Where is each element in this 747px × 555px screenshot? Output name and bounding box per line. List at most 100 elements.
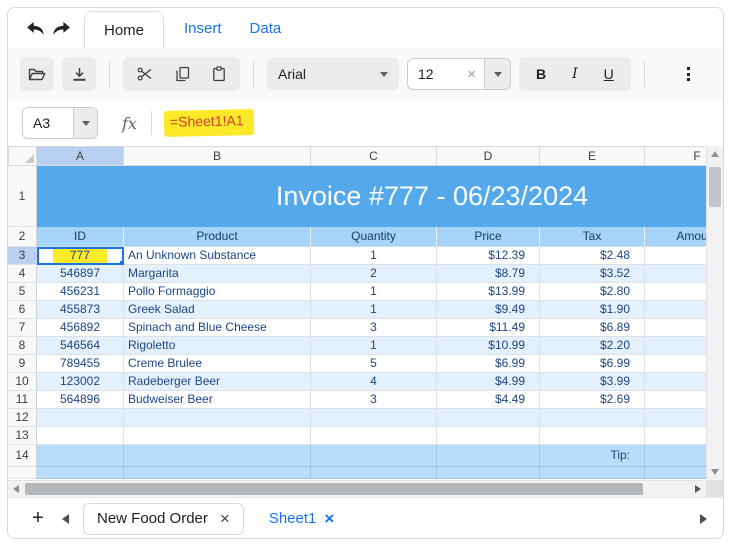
cell[interactable]: Rigoletto [124,337,311,355]
cell[interactable]: Pollo Formaggio [124,283,311,301]
header-cell[interactable]: Amount [645,227,706,247]
cell[interactable]: $4.99 [437,373,540,391]
vertical-scrollbar[interactable] [706,146,723,480]
cell[interactable]: 456231 [37,283,124,301]
cell[interactable] [311,427,437,445]
cell[interactable] [37,427,124,445]
cell[interactable]: 2 [311,265,437,283]
add-sheet-button[interactable]: + [26,507,50,530]
cell[interactable]: $8.79 [437,265,540,283]
column-header-d[interactable]: D [437,146,540,166]
font-family-select[interactable]: Arial [267,58,399,90]
row-header[interactable]: 8 [8,337,37,355]
cell[interactable]: 1 [311,301,437,319]
cell[interactable]: 546897 [37,265,124,283]
cell[interactable]: $1.90 [540,301,645,319]
cell[interactable] [645,409,706,427]
row-header[interactable]: 5 [8,283,37,301]
column-header-c[interactable]: C [311,146,437,166]
row-header[interactable]: 7 [8,319,37,337]
font-size-field[interactable]: × [407,58,485,90]
cell[interactable] [124,467,311,479]
cell[interactable] [124,445,311,467]
sheet-tab-new-food-order[interactable]: New Food Order × [83,502,244,535]
overflow-menu-button[interactable] [673,57,703,91]
cell[interactable] [37,409,124,427]
cell[interactable] [645,373,706,391]
cell[interactable] [124,427,311,445]
column-header-b[interactable]: B [124,146,311,166]
row-header[interactable]: 1 [8,166,37,227]
cell[interactable] [540,427,645,445]
sheet-nav-right-icon[interactable] [700,513,707,524]
cell[interactable] [645,445,706,467]
italic-button[interactable]: I [572,66,578,82]
undo-button[interactable] [22,15,48,41]
row-header[interactable]: 13 [8,427,37,445]
cell[interactable] [645,467,706,479]
row-header[interactable]: 4 [8,265,37,283]
cell[interactable]: Radeberger Beer [124,373,311,391]
cell[interactable]: $2.69 [540,391,645,409]
cell[interactable]: $12.39 [437,247,540,265]
tab-home[interactable]: Home [84,11,165,48]
cell[interactable] [311,467,437,479]
paste-button[interactable] [212,66,226,82]
cell[interactable] [645,427,706,445]
cell[interactable]: $3.99 [540,373,645,391]
tab-data[interactable]: Data [250,20,282,37]
cell[interactable]: $2.48 [540,247,645,265]
cell[interactable]: 546564 [37,337,124,355]
font-size-input[interactable] [418,66,462,82]
row-header[interactable]: 12 [8,409,37,427]
cell[interactable] [645,319,706,337]
cell[interactable] [540,409,645,427]
cell[interactable] [124,409,311,427]
column-header-f[interactable]: F [645,146,706,166]
cell[interactable] [645,355,706,373]
bold-button[interactable]: B [536,66,546,82]
clear-icon[interactable]: × [467,66,476,83]
cell[interactable]: 1 [311,247,437,265]
cell[interactable] [437,427,540,445]
cell[interactable]: $6.89 [540,319,645,337]
cell[interactable]: $10.99 [437,337,540,355]
cell[interactable]: $6.99 [437,355,540,373]
cell[interactable] [311,409,437,427]
cell[interactable]: 5 [311,355,437,373]
cell[interactable]: 3 [311,319,437,337]
cell[interactable]: 564896 [37,391,124,409]
cell[interactable]: 789455 [37,355,124,373]
tab-insert[interactable]: Insert [184,20,222,37]
cell[interactable] [645,337,706,355]
cell[interactable]: 3 [311,391,437,409]
open-file-button[interactable] [20,57,54,91]
redo-button[interactable] [48,15,74,41]
header-cell[interactable]: Quantity [311,227,437,247]
cell[interactable]: 4 [311,373,437,391]
sheet-tab-sheet1[interactable]: Sheet1 × [256,503,347,535]
cut-button[interactable] [137,66,153,82]
header-cell[interactable]: Tax [540,227,645,247]
close-icon[interactable]: × [220,510,230,527]
horizontal-scrollbar-thumb[interactable] [25,483,643,495]
cell[interactable]: $2.20 [540,337,645,355]
name-box[interactable]: A3 [22,107,98,139]
cell[interactable]: Spinach and Blue Cheese [124,319,311,337]
cell[interactable] [311,445,437,467]
vertical-scrollbar-thumb[interactable] [709,167,721,207]
header-cell[interactable]: Product [124,227,311,247]
row-header[interactable]: 2 [8,227,37,247]
select-all-corner[interactable] [8,146,37,166]
cell[interactable]: Creme Brulee [124,355,311,373]
cell[interactable] [645,301,706,319]
cell[interactable]: $4.49 [437,391,540,409]
scroll-down-icon[interactable] [711,469,719,475]
row-header[interactable] [8,467,37,479]
cell[interactable] [645,283,706,301]
cell[interactable] [437,409,540,427]
formula-input[interactable]: =Sheet1!A1 [170,112,244,130]
cell[interactable] [37,445,124,467]
cell[interactable] [645,247,706,265]
row-header[interactable]: 10 [8,373,37,391]
